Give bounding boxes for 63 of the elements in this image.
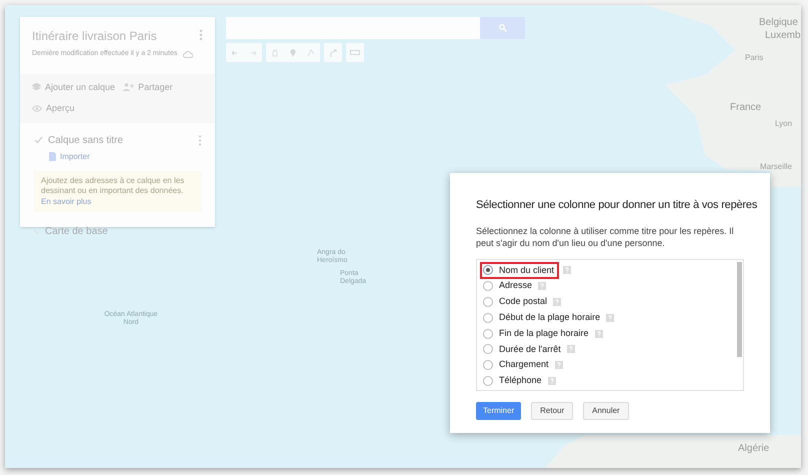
add-layer-link[interactable]: Ajouter un calque bbox=[45, 80, 116, 94]
radio-button[interactable] bbox=[483, 344, 493, 354]
option-label: Adresse bbox=[499, 279, 532, 292]
map-label: Belgique bbox=[759, 16, 798, 30]
option-label: Fin de la plage horaire bbox=[499, 326, 589, 340]
scrollbar[interactable] bbox=[737, 262, 742, 356]
map-label: France bbox=[730, 101, 762, 115]
eye-icon bbox=[32, 105, 42, 112]
line-icon[interactable] bbox=[306, 48, 315, 56]
map-label: Paris bbox=[745, 52, 764, 64]
radio-button[interactable] bbox=[483, 360, 493, 370]
map-label: Algérie bbox=[738, 442, 770, 456]
option-label: Téléphone bbox=[499, 374, 542, 388]
search-icon bbox=[498, 24, 506, 32]
file-icon bbox=[49, 152, 56, 161]
option-label: Durée de l'arrêt bbox=[499, 342, 561, 356]
layer-checkbox[interactable] bbox=[33, 135, 43, 145]
more-icon[interactable] bbox=[199, 29, 203, 41]
redo-icon[interactable] bbox=[249, 50, 257, 56]
radio-button[interactable] bbox=[483, 312, 493, 323]
help-icon[interactable] bbox=[563, 266, 572, 274]
layers-icon bbox=[32, 83, 41, 92]
dialog-button[interactable]: Retour bbox=[531, 402, 574, 420]
route-icon[interactable] bbox=[330, 48, 336, 56]
layer-hint: Ajoutez des adresses à ce calque en les dessinant ou en important des données. En savoir plus bbox=[34, 170, 201, 212]
share-link[interactable]: Partager bbox=[138, 80, 173, 94]
help-icon[interactable] bbox=[548, 376, 556, 385]
dialog-button[interactable]: Annuler bbox=[583, 402, 629, 420]
dialog-description: Sélectionnez la colonne à utiliser comme titre pour les repères. Il peut s'agir du nom d'un lieu ou d'une personne. bbox=[476, 224, 735, 248]
option-label: Chargement bbox=[499, 358, 549, 372]
radio-button[interactable] bbox=[483, 296, 493, 307]
help-icon[interactable] bbox=[554, 361, 563, 370]
option-label: Code postal bbox=[499, 295, 548, 308]
dialog-title: Sélectionner une colonne pour donner un titre à vos repères bbox=[476, 198, 758, 213]
map-title: Itinéraire livraison Paris bbox=[32, 29, 158, 43]
search-button[interactable] bbox=[480, 17, 525, 39]
map-label: Luxemb bbox=[765, 29, 801, 43]
finish-button[interactable]: Terminer bbox=[476, 402, 522, 420]
undo-icon[interactable] bbox=[231, 50, 239, 56]
add-person-icon bbox=[123, 83, 134, 92]
help-icon[interactable] bbox=[594, 330, 603, 338]
option-label: Début de la plage horaire bbox=[499, 311, 600, 324]
option-label: Nom du client bbox=[499, 264, 554, 277]
help-icon[interactable] bbox=[606, 314, 614, 322]
help-icon[interactable] bbox=[566, 345, 575, 354]
help-icon[interactable] bbox=[538, 282, 546, 290]
map-label: Lyon bbox=[775, 118, 792, 130]
search-field[interactable] bbox=[226, 17, 480, 39]
import-link[interactable]: Importer bbox=[60, 150, 90, 162]
pin-icon[interactable] bbox=[290, 48, 296, 56]
help-icon[interactable] bbox=[553, 298, 562, 306]
preview-link[interactable]: Aperçu bbox=[46, 102, 75, 116]
layer-name: Calque sans titre bbox=[48, 134, 124, 148]
base-map-label[interactable]: Carte de base bbox=[45, 224, 108, 239]
radio-button[interactable] bbox=[483, 265, 493, 276]
learn-more-link[interactable]: En savoir plus bbox=[41, 196, 92, 206]
radio-button[interactable] bbox=[483, 328, 493, 339]
radio-button[interactable] bbox=[483, 376, 493, 386]
cloud-icon bbox=[183, 50, 194, 58]
more-icon[interactable] bbox=[198, 134, 202, 146]
ruler-icon[interactable] bbox=[350, 50, 360, 55]
radio-button[interactable] bbox=[483, 281, 493, 292]
map-label: Marseille bbox=[760, 161, 792, 173]
